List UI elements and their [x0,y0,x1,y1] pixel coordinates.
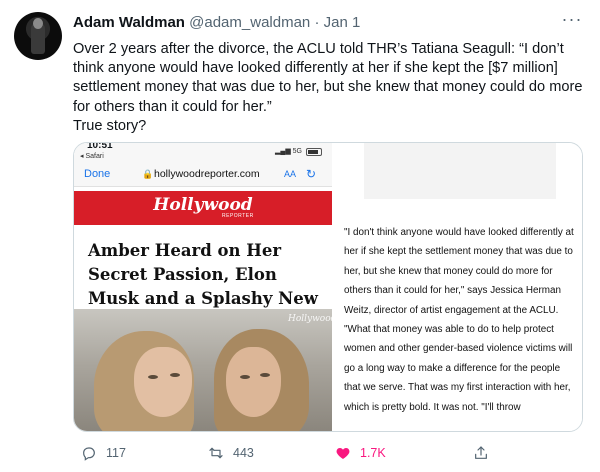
photo-face-right [226,347,281,417]
publication-banner: Hollywood REPORTER [74,191,332,225]
like-count: 1.7K [360,446,386,460]
lock-icon: 🔒 [142,169,154,179]
retweet-icon [209,447,223,459]
like-button[interactable]: 1.7K [335,443,386,463]
tweet-text-main: Over 2 years after the divorce, the ACLU… [73,41,583,115]
tweet-date[interactable]: Jan 1 [324,14,361,31]
media-image-article-text[interactable]: "I don't think anyone would have looked … [334,143,582,431]
display-name[interactable]: Adam Waldman [73,14,185,31]
phone-url: hollywoodreporter.com [154,168,260,180]
share-button[interactable] [473,443,489,463]
tweet[interactable]: Adam Waldman @adam_waldman · Jan 1 ··· O… [0,0,600,472]
photo-eye [170,373,180,377]
photo-eye [148,375,158,379]
avatar-head [33,18,43,29]
article-placeholder-box [364,143,556,199]
photo-face-left [134,347,192,417]
tweet-header: Adam Waldman @adam_waldman · Jan 1 [73,14,360,32]
phone-done-label: Done [84,168,111,180]
tweet-media[interactable]: 10:51 ◂ Safari ▂▄▆ 5G Done 🔒 hollywoodre… [73,142,583,432]
tweet-text: Over 2 years after the divorce, the ACLU… [73,40,585,136]
phone-url-bar: Done 🔒 hollywoodreporter.com AA ↻ [74,163,332,187]
signal-icon: ▂▄▆ 5G [274,148,302,155]
heart-icon [336,448,350,459]
media-image-phone-screenshot[interactable]: 10:51 ◂ Safari ▂▄▆ 5G Done 🔒 hollywoodre… [74,143,332,431]
tweet-actions: 117 443 1.7K [73,443,585,463]
phone-back-to-safari: ◂ Safari [80,153,104,160]
photo-watermark: Hollywood [288,314,332,324]
more-options-icon[interactable]: ··· [560,9,584,29]
publication-logo: Hollywood [153,195,253,215]
article-quote: "I don't think anyone would have looked … [344,227,574,413]
avatar[interactable] [14,12,62,60]
reply-count: 117 [106,446,126,460]
photo-eye [260,373,270,377]
reply-button[interactable]: 117 [81,443,126,463]
reply-icon [83,447,95,461]
battery-icon [306,148,322,156]
retweet-button[interactable]: 443 [208,443,254,463]
publication-logo-sub: REPORTER [222,213,254,219]
reload-icon: ↻ [306,167,317,181]
header-separator: · [314,14,320,31]
phone-aa-label: AA [284,169,297,179]
share-icon [475,446,487,459]
phone-status-time: 10:51 [87,143,113,151]
user-handle[interactable]: @adam_waldman [189,14,310,31]
article-photo: Hollywood [74,309,332,431]
phone-status-bar: 10:51 ◂ Safari ▂▄▆ 5G [74,143,332,163]
tweet-text-tail: True story? [73,117,147,134]
photo-eye [240,375,250,379]
retweet-count: 443 [233,446,254,460]
